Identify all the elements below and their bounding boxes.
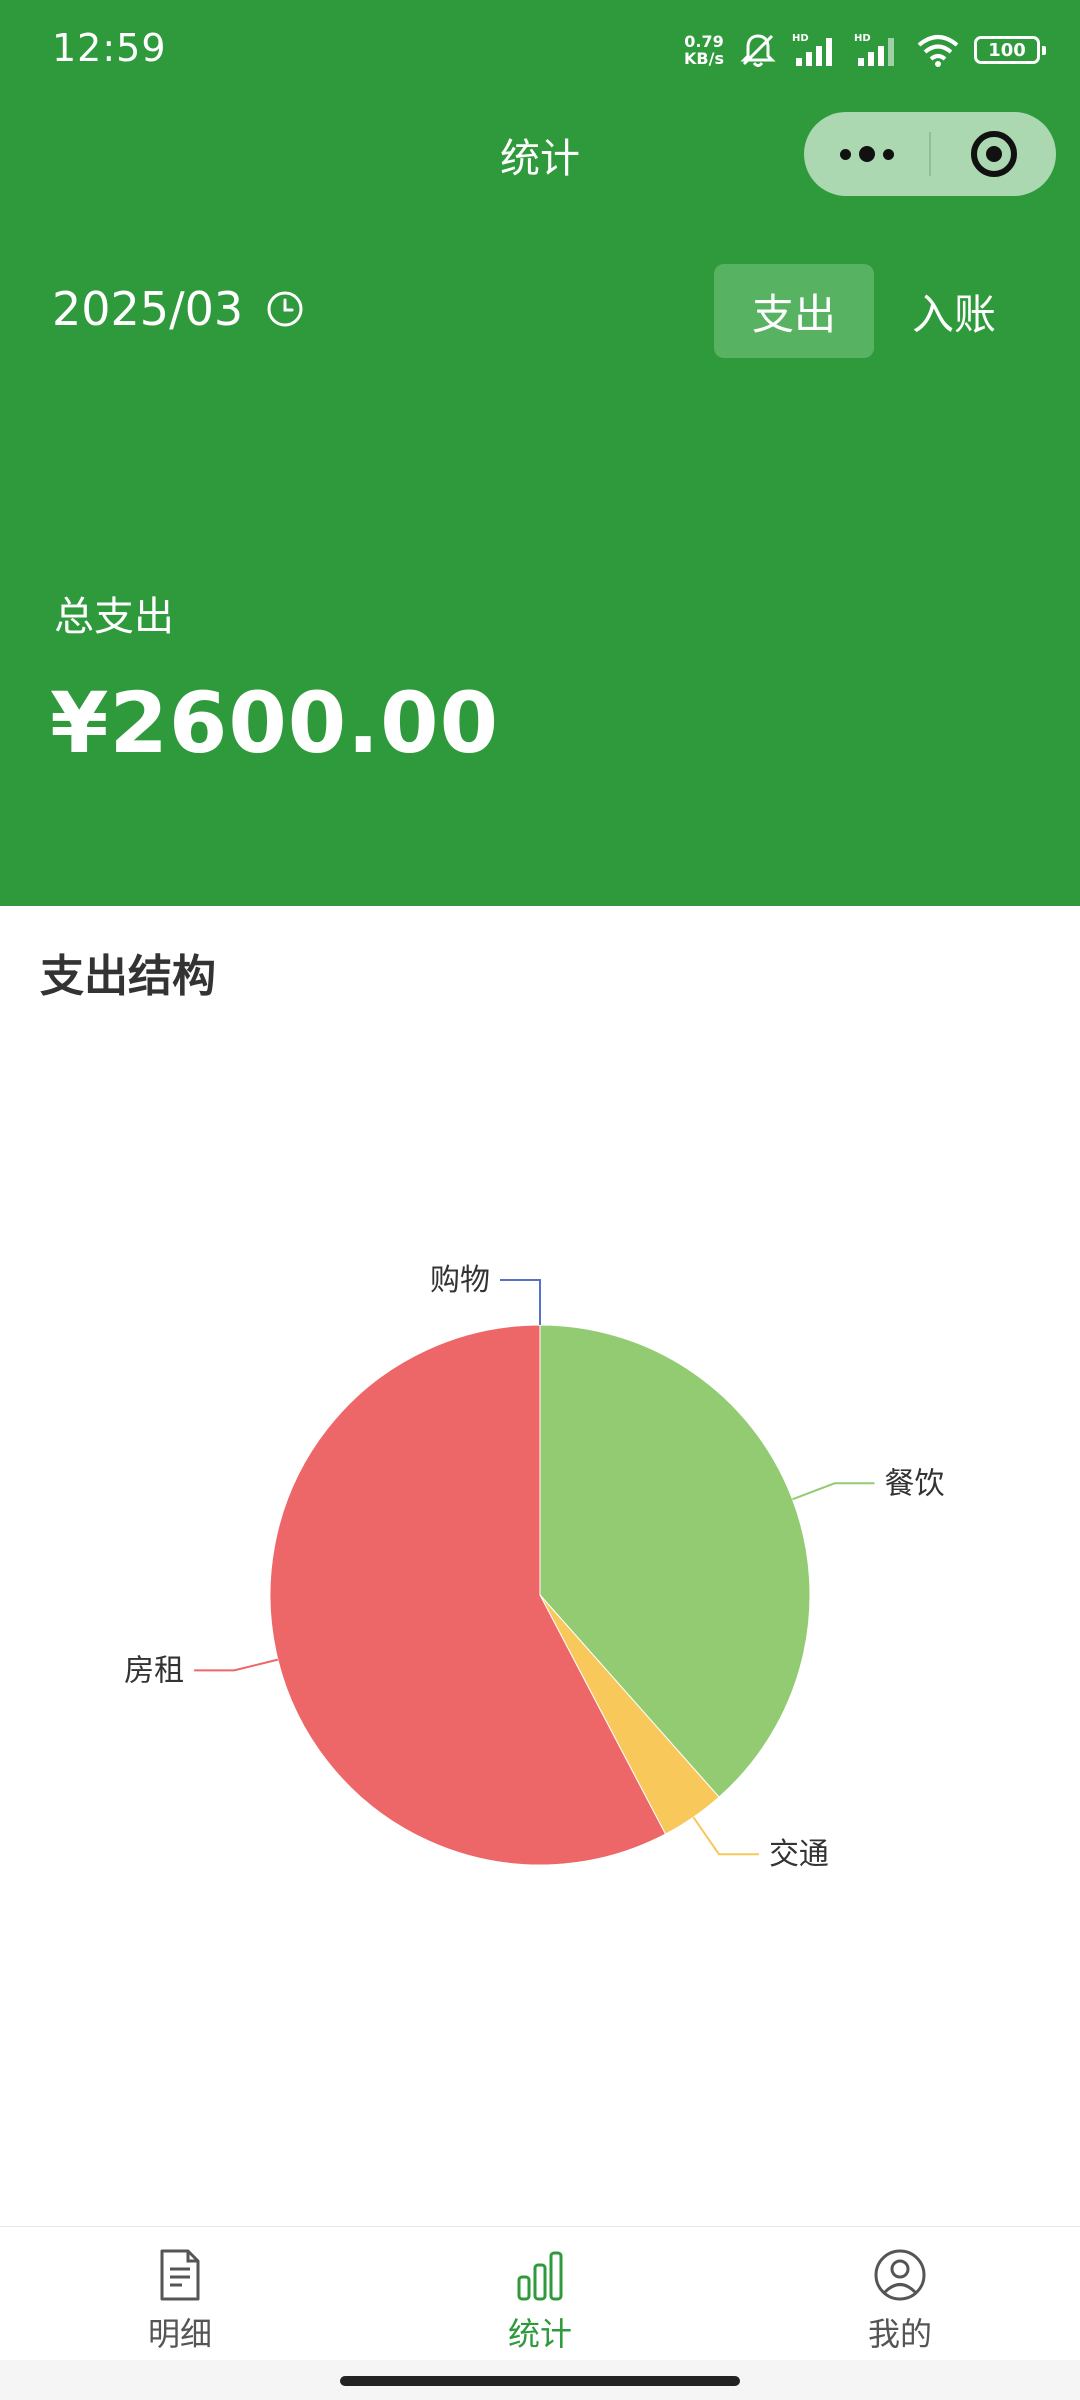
more-dot-icon bbox=[858, 146, 875, 162]
close-mini-program-button[interactable] bbox=[931, 112, 1056, 196]
wifi-icon bbox=[917, 35, 959, 67]
leader-line-slice-3 bbox=[500, 1279, 541, 1325]
network-speed: 0.79 KB/s bbox=[684, 33, 724, 67]
pie-label-slice-0: 餐饮 bbox=[885, 1466, 945, 1501]
more-dot-icon bbox=[839, 148, 851, 160]
svg-text:HD: HD bbox=[854, 33, 871, 44]
tab-expense[interactable]: 支出 bbox=[714, 264, 875, 358]
more-button[interactable] bbox=[804, 112, 929, 196]
pie-label-slice-3: 购物 bbox=[430, 1263, 490, 1298]
total-amount: ¥2600.00 bbox=[50, 674, 500, 772]
date-label: 2025/03 bbox=[52, 282, 244, 336]
tabbar-item-detail[interactable]: 明细 bbox=[0, 2227, 360, 2360]
signal-icon: HD bbox=[792, 33, 832, 66]
tabbar-item-profile[interactable]: 我的 bbox=[720, 2227, 1080, 2360]
network-speed-unit: KB/s bbox=[684, 49, 724, 68]
tab-income[interactable]: 入账 bbox=[874, 264, 1034, 358]
tabbar-label-detail: 明细 bbox=[147, 2315, 212, 2353]
expense-pie-chart: 餐饮交通 房租 购物 bbox=[124, 1263, 945, 1872]
status-bar: 12:59 0.79 KB/s HD HD 100 bbox=[0, 0, 1080, 100]
document-icon bbox=[160, 2249, 200, 2301]
tabbar-item-stats[interactable]: 统计 bbox=[360, 2227, 720, 2360]
user-icon bbox=[874, 2249, 926, 2301]
date-picker[interactable]: 2025/03 bbox=[52, 282, 305, 336]
network-speed-value: 0.79 bbox=[684, 32, 724, 51]
leader-line-slice-0 bbox=[792, 1482, 875, 1501]
target-icon bbox=[970, 131, 1017, 177]
system-home-area bbox=[0, 2360, 1080, 2400]
leader-line-slice-1 bbox=[692, 1816, 759, 1856]
tabbar-label-profile: 我的 bbox=[867, 2315, 932, 2353]
leader-line-slice-2 bbox=[194, 1658, 279, 1672]
status-icons: 0.79 KB/s HD HD 100 bbox=[684, 28, 1046, 72]
mute-bell-icon bbox=[740, 34, 776, 67]
bottom-tab-bar: 明细 统计 我的 bbox=[0, 2226, 1080, 2360]
mini-program-capsule bbox=[804, 112, 1056, 196]
home-indicator[interactable] bbox=[340, 2376, 740, 2386]
pie-label-slice-2: 房租 bbox=[124, 1653, 184, 1688]
pie-label-slice-1: 交通 bbox=[769, 1837, 829, 1872]
bar-chart-icon bbox=[517, 2251, 563, 2301]
signal-icon-2: HD bbox=[854, 33, 894, 66]
total-label: 总支出 bbox=[54, 594, 174, 640]
type-tabs: 支出 入账 bbox=[714, 264, 1034, 358]
battery-icon: 100 bbox=[974, 36, 1046, 64]
more-dot-icon bbox=[882, 148, 894, 160]
tabbar-label-stats: 统计 bbox=[507, 2315, 572, 2353]
header-panel: 12:59 0.79 KB/s HD HD 100 统计 2025/03 支出 … bbox=[0, 0, 1080, 906]
status-time: 12:59 bbox=[52, 26, 167, 70]
svg-text:HD: HD bbox=[792, 33, 809, 44]
clock-icon bbox=[267, 291, 303, 327]
section-title: 支出结构 bbox=[40, 951, 216, 1002]
